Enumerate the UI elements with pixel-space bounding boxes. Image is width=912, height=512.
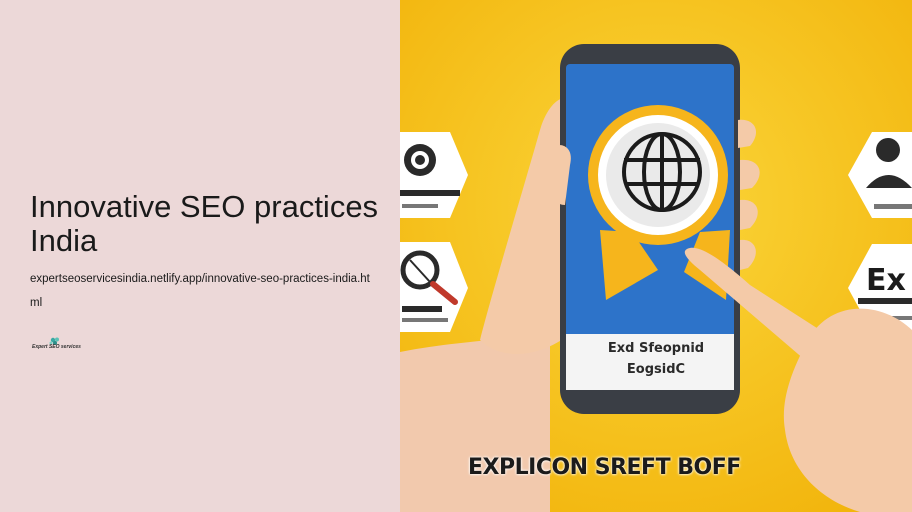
logo-text: Expert SEO services — [32, 344, 81, 350]
hero-caption: EXPLICON SREFT BOFF — [468, 455, 741, 480]
page-url-link[interactable]: expertseoservicesindia.netlify.app/innov… — [30, 267, 370, 315]
hero-image: Ex Exd Sfeopnid EogsidC EXPLICON SREFT B… — [400, 0, 912, 512]
phone-screen-text: Exd Sfeopnid EogsidC — [586, 338, 726, 380]
logo[interactable]: Expert SEO services — [30, 336, 90, 356]
left-arm — [400, 330, 550, 512]
screen-text-line2: EogsidC — [626, 362, 686, 377]
left-panel: Innovative SEO practices India expertseo… — [0, 0, 400, 512]
hero-illustration: Ex — [400, 0, 912, 512]
page: Innovative SEO practices India expertseo… — [0, 0, 912, 512]
right-card-text: Ex — [866, 263, 906, 298]
screen-text-line1: Exd Sfeopnid — [607, 341, 705, 356]
page-title: Innovative SEO practices India — [30, 189, 379, 258]
